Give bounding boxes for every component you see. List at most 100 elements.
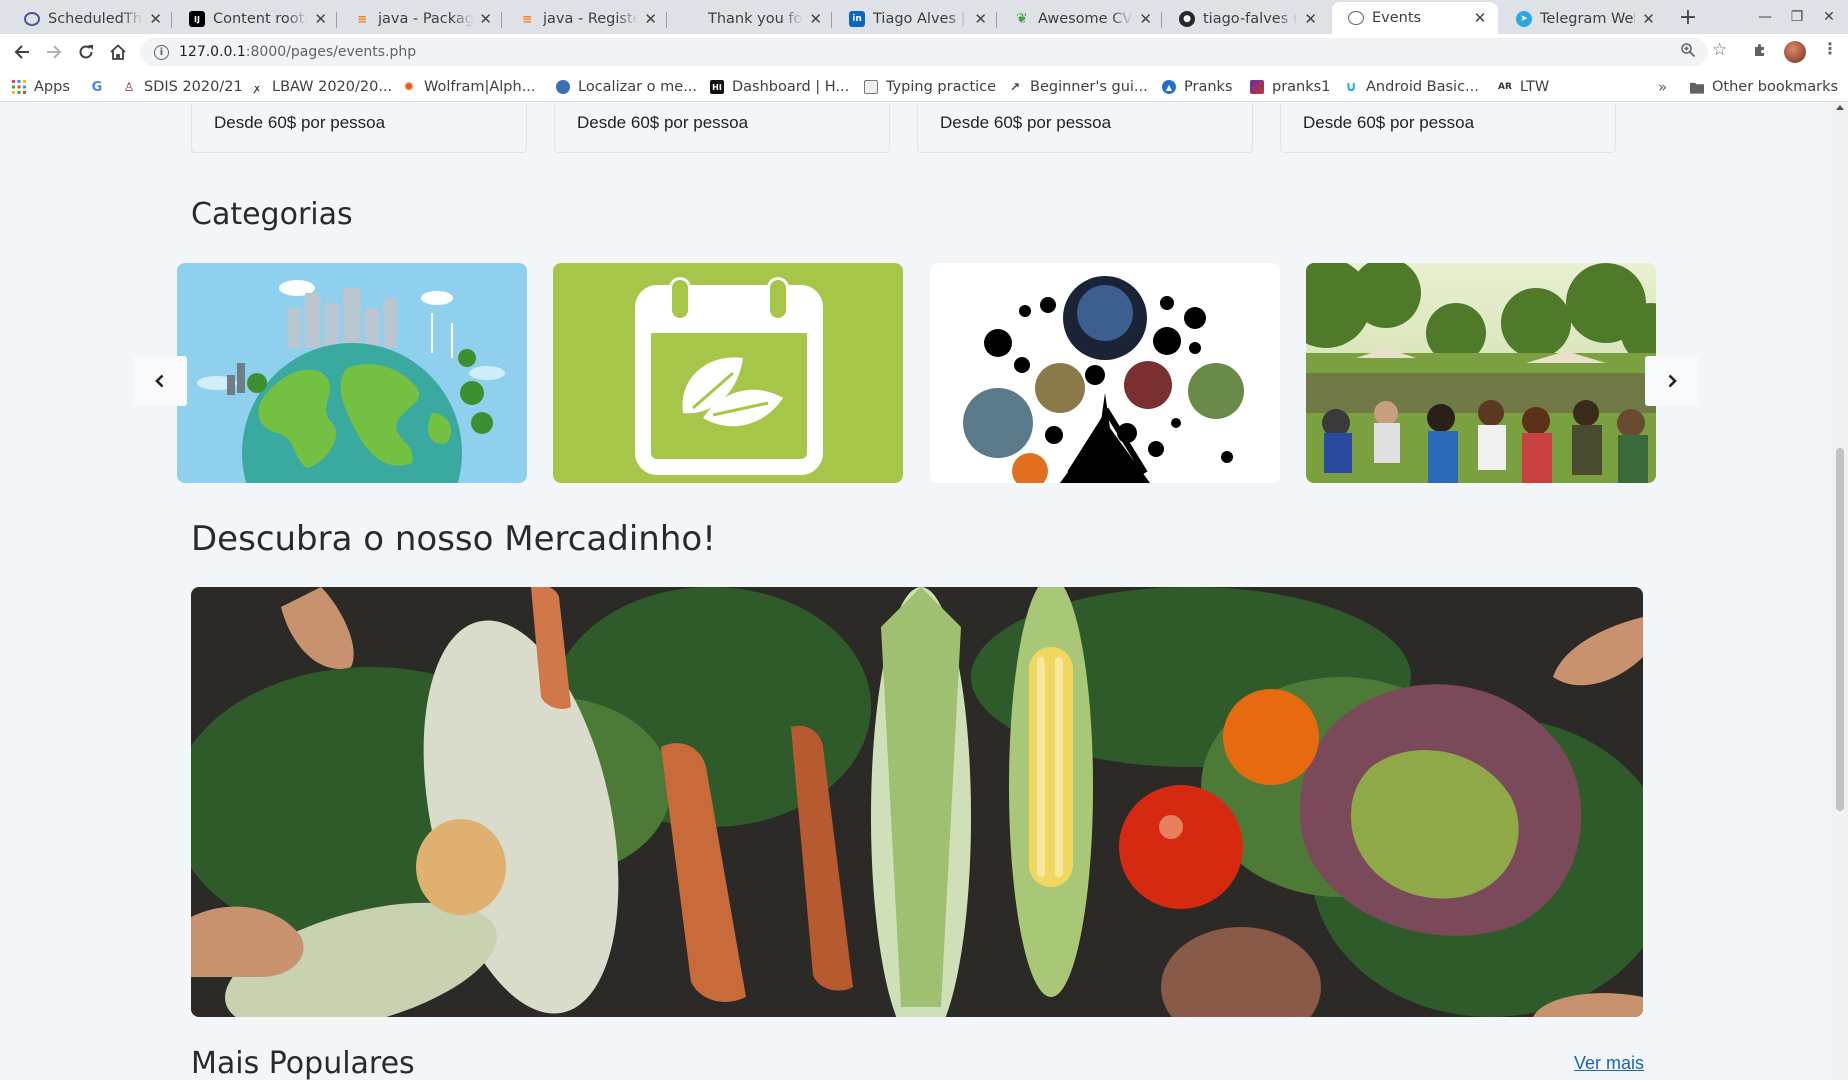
back-button[interactable]	[8, 38, 36, 66]
carousel-next-button[interactable]	[1645, 356, 1699, 406]
scrollbar-thumb[interactable]	[1836, 448, 1844, 811]
tab-linkedin[interactable]: in Tiago Alves | LinkedIn ✕	[833, 4, 997, 34]
category-card-earth[interactable]	[177, 263, 527, 483]
close-icon[interactable]: ✕	[479, 10, 492, 28]
category-card-calendar[interactable]	[553, 263, 903, 483]
chevron-right-icon	[1668, 374, 1677, 388]
wolfram-icon: ✹	[403, 79, 415, 95]
close-icon[interactable]: ✕	[1472, 9, 1488, 27]
bookmark-lbaw[interactable]: ꭗ LBAW 2020/20...	[250, 77, 393, 97]
back-arrow-icon	[14, 45, 29, 59]
chart-icon: ↗	[1009, 80, 1021, 94]
close-icon[interactable]: ✕	[1641, 10, 1656, 28]
blank-icon	[684, 11, 700, 27]
event-card[interactable]: Desde 60$ por pessoa	[1280, 103, 1616, 153]
bookmark-apps[interactable]: Apps	[12, 77, 70, 97]
close-icon[interactable]: ✕	[809, 10, 822, 28]
bookmark-typing[interactable]: Typing practice	[864, 77, 996, 97]
carousel-prev-button[interactable]	[133, 356, 187, 406]
extensions-icon[interactable]	[1752, 42, 1768, 62]
url-host: 127.0.0.1	[179, 44, 246, 60]
bookmark-beginners[interactable]: ↗ Beginner's gui...	[1008, 77, 1148, 97]
popular-heading: Mais Populares	[191, 1046, 415, 1080]
bookmark-pranks[interactable]: ▲ Pranks	[1162, 77, 1232, 97]
category-card-crowd[interactable]	[1306, 263, 1656, 483]
tab-scheduled[interactable]: ScheduledThreadPoolExecutor ✕	[8, 4, 172, 34]
udacity-icon: ∪	[1345, 79, 1357, 95]
globe-icon	[1348, 11, 1364, 25]
overleaf-icon: ❦	[1016, 11, 1028, 27]
stackoverflow-icon: ≡	[521, 12, 533, 26]
menu-kebab-icon[interactable]: ⋮	[1822, 39, 1838, 58]
bookmark-other[interactable]: Other bookmarks	[1690, 77, 1838, 97]
profile-avatar[interactable]	[1784, 41, 1806, 63]
tab-java-package[interactable]: ≡ java - Package does not exist ✕	[338, 4, 502, 34]
tab-events[interactable]: Events ✕	[1332, 2, 1498, 34]
intellij-icon: IJ	[189, 11, 205, 27]
mercadinho-banner[interactable]	[191, 587, 1643, 1017]
bookmark-wolfram[interactable]: ✹ Wolfram|Alph...	[402, 77, 536, 97]
tab-content-roots[interactable]: IJ Content roots - IntelliJ ✕	[173, 4, 337, 34]
bookmark-pranks1[interactable]: pranks1	[1250, 77, 1330, 97]
close-icon[interactable]: ✕	[644, 10, 657, 28]
telegram-icon: ➤	[1516, 11, 1532, 27]
github-icon: ●	[1179, 11, 1195, 27]
stackoverflow-icon: ≡	[356, 12, 368, 26]
home-button[interactable]	[104, 38, 132, 66]
dashboard-icon: HI	[710, 80, 724, 94]
close-icon[interactable]: ✕	[149, 10, 162, 28]
url-path: :8000/pages/events.php	[245, 44, 417, 60]
page-scrollbar[interactable]	[1832, 103, 1848, 1080]
forward-button[interactable]	[40, 38, 68, 66]
page-viewport: Desde 60$ por pessoa Desde 60$ por pesso…	[0, 103, 1832, 1080]
address-bar[interactable]: i 127.0.0.1:8000/pages/events.php	[140, 38, 1708, 66]
event-card[interactable]: Desde 60$ por pessoa	[191, 103, 527, 153]
ltw-icon: AR	[1498, 82, 1512, 92]
bookmark-localizar[interactable]: Localizar o me...	[556, 77, 697, 97]
event-price: Desde 60$ por pessoa	[940, 113, 1112, 132]
bookmarks-overflow-icon[interactable]: »	[1658, 77, 1667, 97]
google-icon: G	[91, 79, 103, 95]
zoom-icon[interactable]	[1680, 42, 1696, 62]
reload-button[interactable]	[72, 38, 100, 66]
close-window-button[interactable]: ✕	[1814, 4, 1844, 30]
close-icon[interactable]: ✕	[1139, 10, 1152, 28]
typing-icon	[864, 80, 878, 94]
bookmark-star-icon[interactable]: ☆	[1712, 40, 1727, 60]
category-card-collage[interactable]	[930, 263, 1280, 483]
mercadinho-heading: Descubra o nosso Mercadinho!	[191, 519, 716, 559]
bookmark-ltw[interactable]: AR LTW	[1498, 77, 1549, 97]
close-icon[interactable]: ✕	[314, 10, 327, 28]
crowd-photo	[1306, 263, 1656, 483]
chevron-left-icon	[155, 374, 164, 388]
tab-github[interactable]: ● tiago-falves (Tiago Alves) ✕	[1163, 4, 1327, 34]
event-price: Desde 60$ por pessoa	[214, 113, 386, 132]
close-icon[interactable]: ✕	[974, 10, 987, 28]
event-card[interactable]: Desde 60$ por pessoa	[554, 103, 890, 153]
tab-java-registering[interactable]: ≡ java - Registering RMI ✕	[503, 4, 667, 34]
bookmark-android[interactable]: ∪ Android Basic...	[1344, 77, 1479, 97]
sdis-icon: ♙	[123, 80, 135, 94]
see-more-link[interactable]: Ver mais	[1574, 1053, 1644, 1074]
tab-overleaf[interactable]: ❦ Awesome CV Overleaf ✕	[998, 4, 1162, 34]
browser-toolbar: i 127.0.0.1:8000/pages/events.php ☆ ⋮	[0, 34, 1848, 70]
globe-icon	[556, 80, 570, 94]
scroll-up-arrow-icon[interactable]	[1836, 105, 1844, 110]
bookmark-sdis[interactable]: ♙ SDIS 2020/21	[122, 77, 243, 97]
bookmark-google[interactable]: G	[90, 77, 112, 97]
pranks1-icon	[1250, 80, 1264, 94]
earth-city-image	[177, 263, 527, 483]
restore-button[interactable]: ❐	[1782, 4, 1812, 30]
bookmark-dashboard[interactable]: HI Dashboard | H...	[710, 77, 849, 97]
close-icon[interactable]: ✕	[1304, 10, 1317, 28]
tab-thank-you[interactable]: Thank you for downloading ✕	[668, 4, 832, 34]
pranks-icon: ▲	[1162, 80, 1176, 94]
home-icon	[110, 44, 126, 60]
new-tab-button[interactable]: +	[1674, 4, 1702, 32]
tab-telegram[interactable]: ➤ Telegram Web ✕	[1500, 4, 1666, 34]
info-icon[interactable]: i	[154, 44, 169, 60]
tab-strip: ScheduledThreadPoolExecutor ✕ IJ Content…	[0, 0, 1848, 34]
event-card[interactable]: Desde 60$ por pessoa	[917, 103, 1253, 153]
calendar-leaf-image	[553, 263, 903, 483]
minimize-button[interactable]: —	[1750, 4, 1780, 30]
